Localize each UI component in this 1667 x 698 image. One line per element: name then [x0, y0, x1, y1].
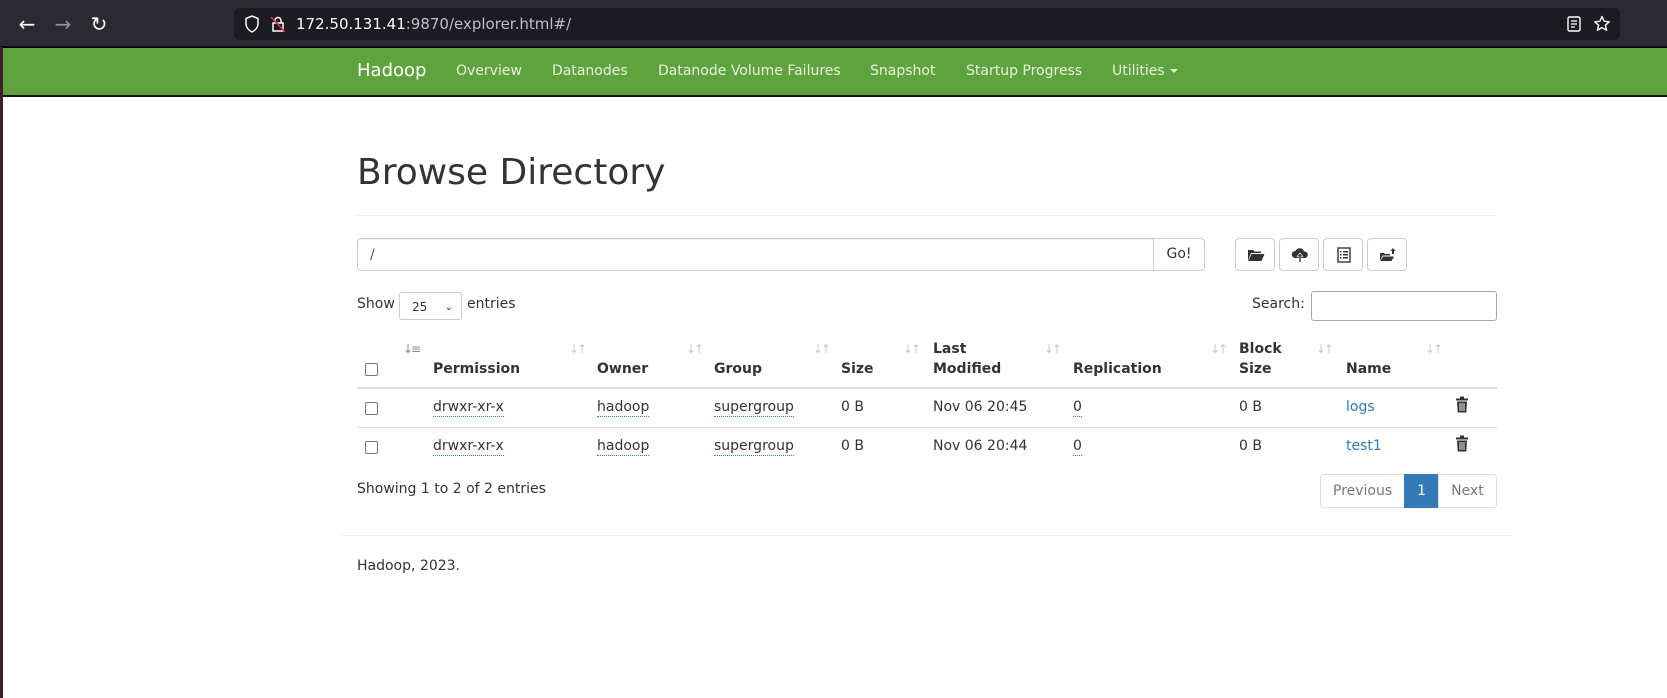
- trash-icon[interactable]: [1455, 396, 1469, 414]
- page-title: Browse Directory: [357, 152, 666, 193]
- directory-path-input[interactable]: [357, 238, 1154, 271]
- nav-startup-progress[interactable]: Startup Progress: [966, 63, 1082, 79]
- cell-block-size: 0 B: [1239, 438, 1262, 454]
- cell-name-link[interactable]: logs: [1346, 399, 1375, 415]
- cell-replication[interactable]: 0: [1073, 399, 1082, 417]
- sort-ascending-icon[interactable]: ↓≡: [403, 342, 421, 356]
- select-all-checkbox[interactable]: [365, 363, 378, 376]
- directory-table: ↓≡ Permission ↓↑ Owner ↓↑ Group ↓↑ Size …: [357, 335, 1497, 467]
- cut-paste-button[interactable]: [1323, 238, 1363, 271]
- nav-utilities-label: Utilities: [1112, 63, 1165, 79]
- row-checkbox[interactable]: [365, 441, 378, 454]
- cloud-upload-icon: [1291, 248, 1308, 263]
- search-label: Search:: [1252, 296, 1305, 312]
- trash-icon[interactable]: [1455, 435, 1469, 453]
- table-header: ↓≡ Permission ↓↑ Owner ↓↑ Group ↓↑ Size …: [357, 335, 1497, 389]
- chevron-down-icon: ⌄: [444, 302, 453, 313]
- sort-icon[interactable]: ↓↑: [903, 342, 921, 356]
- cell-block-size: 0 B: [1239, 399, 1262, 415]
- cell-name-link[interactable]: test1: [1346, 438, 1382, 454]
- cell-owner[interactable]: hadoop: [597, 399, 650, 417]
- header-size[interactable]: Size: [841, 359, 874, 379]
- header-last-modified-line1: Last: [933, 341, 967, 357]
- sort-icon[interactable]: ↓↑: [1425, 342, 1443, 356]
- address-bar[interactable]: 172.50.131.41:9870/explorer.html#/: [234, 8, 1620, 40]
- reader-view-icon[interactable]: [1564, 14, 1584, 34]
- header-last-modified-line2: Modified: [933, 361, 1002, 377]
- header-owner[interactable]: Owner: [597, 359, 648, 379]
- shield-icon[interactable]: [242, 14, 262, 34]
- window-edge: [0, 47, 3, 698]
- nav-datanodes[interactable]: Datanodes: [552, 63, 628, 79]
- table-row: drwxr-xr-x hadoop supergroup 0 B Nov 06 …: [357, 428, 1497, 467]
- cell-group[interactable]: supergroup: [714, 438, 794, 456]
- list-alt-icon: [1337, 247, 1351, 263]
- header-block-size[interactable]: Block Size: [1239, 339, 1282, 379]
- url-host: 172.50.131.41: [296, 15, 406, 33]
- sort-icon[interactable]: ↓↑: [1044, 342, 1062, 356]
- search-input[interactable]: [1311, 291, 1497, 321]
- header-last-modified[interactable]: Last Modified: [933, 339, 1001, 379]
- entries-label: entries: [467, 296, 516, 312]
- reload-icon[interactable]: ↻: [85, 12, 113, 36]
- bookmark-star-icon[interactable]: [1592, 14, 1612, 34]
- forward-icon[interactable]: →: [49, 12, 77, 36]
- cell-last-modified: Nov 06 20:44: [933, 438, 1028, 454]
- header-name[interactable]: Name: [1346, 359, 1391, 379]
- cell-size: 0 B: [841, 438, 864, 454]
- header-block-size-line1: Block: [1239, 341, 1282, 357]
- url-path: :9870/explorer.html#/: [405, 15, 572, 33]
- pagination-previous[interactable]: Previous: [1320, 474, 1406, 508]
- footer-divider: [342, 535, 1512, 536]
- create-directory-button[interactable]: [1235, 238, 1275, 271]
- cell-replication[interactable]: 0: [1073, 438, 1082, 456]
- sort-icon[interactable]: ↓↑: [686, 342, 704, 356]
- sort-icon[interactable]: ↓↑: [1316, 342, 1334, 356]
- insecure-lock-icon[interactable]: [268, 14, 288, 34]
- nav-utilities-dropdown[interactable]: Utilities: [1112, 63, 1178, 79]
- sort-icon[interactable]: ↓↑: [569, 342, 587, 356]
- header-group[interactable]: Group: [714, 359, 762, 379]
- go-button[interactable]: Go!: [1153, 238, 1205, 271]
- cell-group[interactable]: supergroup: [714, 399, 794, 417]
- header-permission[interactable]: Permission: [433, 359, 520, 379]
- nav-snapshot[interactable]: Snapshot: [870, 63, 935, 79]
- entries-select-value: 25: [412, 300, 428, 314]
- pagination-page-current[interactable]: 1: [1404, 474, 1440, 508]
- url-text[interactable]: 172.50.131.41:9870/explorer.html#/: [296, 15, 571, 33]
- navbar-brand[interactable]: Hadoop: [357, 60, 426, 81]
- nav-overview[interactable]: Overview: [456, 63, 522, 79]
- nav-datanode-volume-failures[interactable]: Datanode Volume Failures: [658, 63, 841, 79]
- table-info: Showing 1 to 2 of 2 entries: [357, 481, 546, 497]
- cell-permission[interactable]: drwxr-xr-x: [433, 438, 504, 456]
- pagination: Previous 1 Next: [1320, 474, 1497, 508]
- table-row: drwxr-xr-x hadoop supergroup 0 B Nov 06 …: [357, 389, 1497, 428]
- cell-last-modified: Nov 06 20:45: [933, 399, 1028, 415]
- sort-icon[interactable]: ↓↑: [1210, 342, 1228, 356]
- back-icon[interactable]: ←: [13, 12, 41, 36]
- pagination-next[interactable]: Next: [1438, 474, 1497, 508]
- top-navbar: Hadoop Overview Datanodes Datanode Volum…: [3, 47, 1667, 97]
- header-replication[interactable]: Replication: [1073, 359, 1162, 379]
- show-label: Show: [357, 296, 395, 312]
- caret-down-icon: [1169, 69, 1178, 73]
- sort-icon[interactable]: ↓↑: [813, 342, 831, 356]
- header-block-size-line2: Size: [1239, 361, 1272, 377]
- row-checkbox[interactable]: [365, 402, 378, 415]
- folder-open-icon: [1248, 250, 1265, 261]
- cell-permission[interactable]: drwxr-xr-x: [433, 399, 504, 417]
- upload-button[interactable]: [1279, 238, 1319, 271]
- cell-size: 0 B: [841, 399, 864, 415]
- browser-toolbar: ← → ↻ 172.50.131.41:9870/explorer.html#/: [0, 0, 1667, 47]
- entries-per-page-select[interactable]: 25 ⌄: [399, 292, 462, 320]
- divider: [357, 215, 1497, 216]
- cell-owner[interactable]: hadoop: [597, 438, 650, 456]
- footer-text: Hadoop, 2023.: [357, 558, 460, 574]
- paste-button[interactable]: [1367, 238, 1407, 271]
- folder-move-icon: [1380, 248, 1396, 261]
